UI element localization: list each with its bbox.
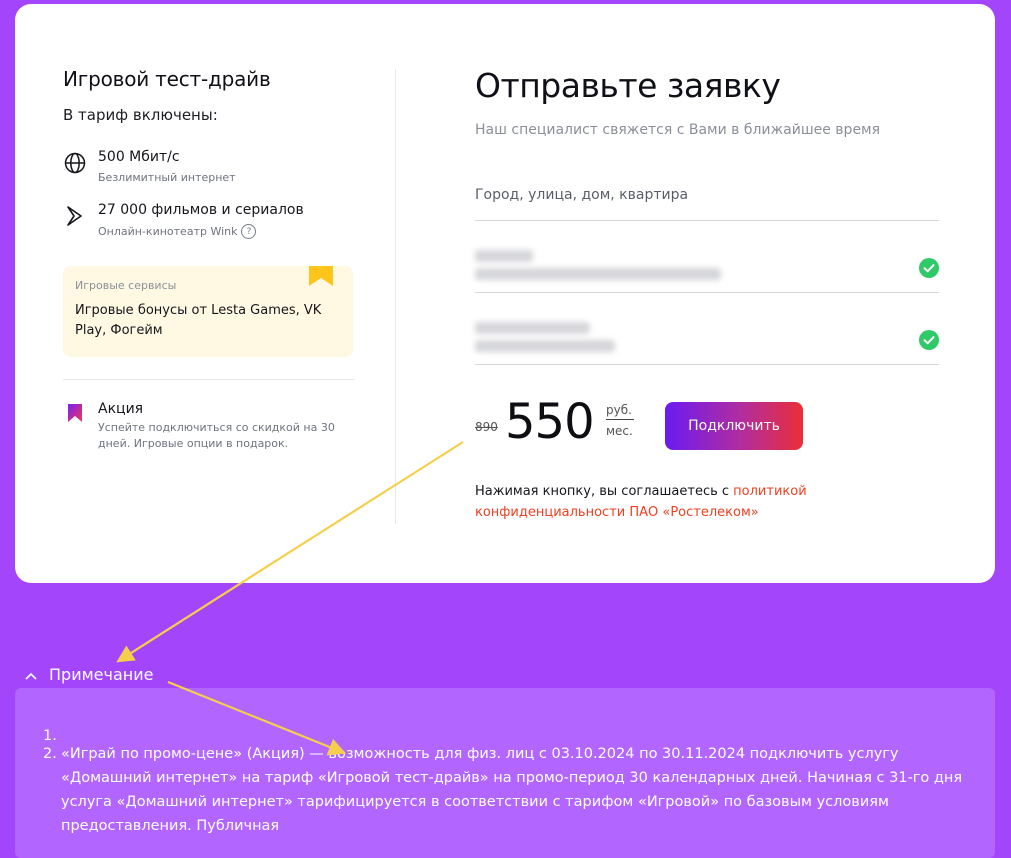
feature-subtitle: Онлайн-кинотеатр Wink xyxy=(98,225,238,238)
feature-title: 500 Мбит/с xyxy=(98,149,180,165)
note-list: 1. 2. «Играй по промо-цене» (Акция) — воз… xyxy=(43,724,983,838)
old-price: 890 xyxy=(475,420,498,434)
list-item: 2. «Играй по промо-цене» (Акция) — возмож… xyxy=(43,746,963,834)
current-price: 550 xyxy=(505,394,595,450)
feature-title: 27 000 фильмов и сериалов xyxy=(98,202,304,218)
wink-icon xyxy=(63,204,87,228)
phone-field[interactable] xyxy=(475,322,939,365)
feature-subtitle-row: Онлайн-кинотеатр Wink ? xyxy=(98,224,257,239)
vertical-divider xyxy=(395,69,396,524)
note-toggle[interactable]: Примечание xyxy=(25,665,153,684)
promo-ribbon-icon xyxy=(68,404,92,428)
game-services-caption: Игровые сервисы xyxy=(75,279,177,292)
included-label: В тариф включены: xyxy=(63,106,218,124)
note-panel: 1. 2. «Играй по промо-цене» (Акция) — воз… xyxy=(15,688,995,858)
price-unit: руб. мес. xyxy=(606,403,634,438)
connect-button[interactable]: Подключить xyxy=(665,402,803,450)
chevron-up-icon xyxy=(25,665,37,684)
check-icon xyxy=(919,330,939,350)
redacted-value xyxy=(475,310,725,362)
game-services-box: Игровые сервисы Игровые бонусы от Lesta … xyxy=(63,266,353,357)
form-subtitle: Наш специалист свяжется с Вами в ближайш… xyxy=(475,122,881,138)
feature-subtitle: Безлимитный интернет xyxy=(98,171,236,184)
game-services-text: Игровые бонусы от Lesta Games, VK Play, … xyxy=(75,303,322,338)
bookmark-icon xyxy=(309,266,333,290)
consent-prefix: Нажимая кнопку, вы соглашаетесь с xyxy=(475,484,734,499)
help-icon[interactable]: ? xyxy=(241,224,257,239)
form-title: Отправьте заявку xyxy=(475,66,781,105)
price-block: 890 550 руб. мес. xyxy=(475,396,645,456)
divider xyxy=(63,379,355,380)
check-icon xyxy=(919,258,939,278)
address-input[interactable] xyxy=(475,180,895,210)
price-unit-period: мес. xyxy=(606,424,633,438)
redacted-value xyxy=(475,238,725,290)
price-unit-currency: руб. xyxy=(606,403,634,420)
note-toggle-label: Примечание xyxy=(49,665,154,684)
tariff-title: Игровой тест-драйв xyxy=(63,67,271,91)
consent-text: Нажимая кнопку, вы соглашаетесь с полити… xyxy=(475,481,945,523)
address-field xyxy=(475,180,939,221)
name-field[interactable] xyxy=(475,250,939,293)
promo-title: Акция xyxy=(98,401,144,417)
promo-text: Успейте подключиться со скидкой на 30 дн… xyxy=(98,421,335,450)
globe-icon xyxy=(63,151,87,175)
tariff-card: Игровой тест-драйв В тариф включены: 500… xyxy=(15,4,995,583)
